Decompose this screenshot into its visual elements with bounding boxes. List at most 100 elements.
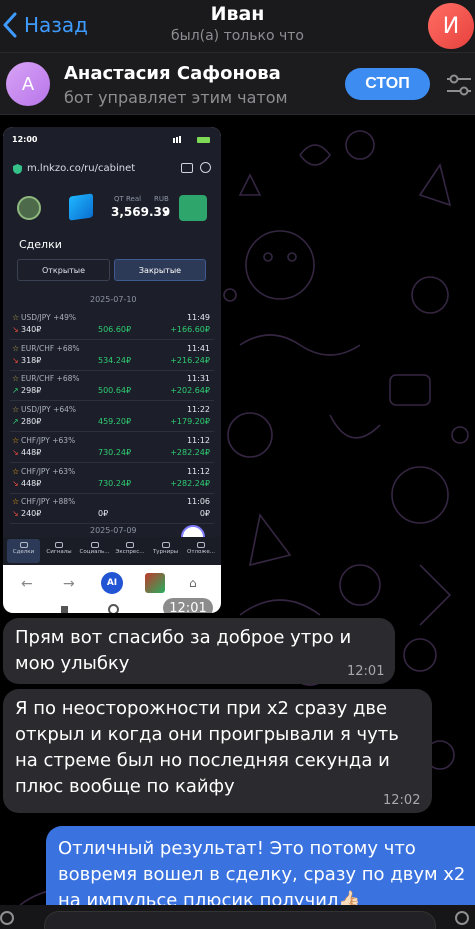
trade-profit: +179.20₽ bbox=[170, 417, 210, 427]
nav-icon bbox=[161, 542, 170, 548]
nav-tab[interactable]: Социаль... bbox=[78, 539, 111, 563]
mic-icon[interactable] bbox=[455, 911, 469, 925]
trade-row[interactable]: ☆ USD/JPY +49% ↘ 340₽ 506.60₽ 11:49 +166.60₽ bbox=[10, 310, 214, 340]
trade-pair: CHF/JPY +63% bbox=[21, 435, 76, 445]
trade-pair: CHF/JPY +88% bbox=[21, 497, 76, 507]
date-header: 2025-07-09 bbox=[90, 526, 137, 535]
nav-tab[interactable]: Отложе... bbox=[185, 539, 218, 563]
arrow-up-icon: ↗ bbox=[12, 386, 19, 396]
square-nav-icon[interactable] bbox=[61, 606, 68, 613]
tab-closed[interactable]: Закрытые bbox=[114, 259, 206, 281]
bottom-nav: Сделки Сигналы Социаль... Экспрес... Турниры… bbox=[3, 537, 221, 565]
star-icon: ☆ bbox=[12, 374, 20, 384]
trade-price: 459.20₽ bbox=[98, 417, 132, 427]
message-time: 12:01 bbox=[347, 664, 385, 679]
trade-pair: USD/JPY +64% bbox=[21, 405, 77, 415]
nav-label: Отложе... bbox=[187, 549, 215, 555]
arrow-right-icon[interactable]: → bbox=[63, 576, 75, 592]
star-icon: ☆ bbox=[12, 405, 20, 415]
trade-row[interactable]: ☆ CHF/JPY +63% ↘ 448₽ 730.24₽ 11:12 +282.24₽ bbox=[10, 464, 214, 494]
trade-time: 11:31 bbox=[186, 374, 210, 384]
chat-status: был(а) только что bbox=[171, 28, 304, 44]
trade-profit: +282.24₽ bbox=[170, 478, 210, 488]
nav-tab[interactable]: Турниры bbox=[149, 539, 182, 563]
wallet-button[interactable] bbox=[179, 195, 207, 221]
balance-value[interactable]: 3,569.39 bbox=[111, 205, 170, 219]
trade-row[interactable]: ☆ EUR/CHF +68% ↗ 298₽ 500.64₽ 11:31 +202.64₽ bbox=[10, 371, 214, 402]
chevron-down-icon[interactable]: ▼ bbox=[163, 209, 168, 217]
trade-time: 11:41 bbox=[186, 343, 210, 353]
briefcase-icon[interactable] bbox=[181, 163, 193, 173]
tab-open[interactable]: Открытые bbox=[17, 259, 110, 281]
trade-profit: +166.60₽ bbox=[170, 325, 210, 334]
star-icon: ☆ bbox=[12, 343, 20, 353]
screenshot-image[interactable]: 12:00 m.lnkzo.co/ru/cabinet QT Real RUB … bbox=[3, 127, 221, 613]
nav-icon bbox=[197, 542, 205, 548]
account-label: QT Real bbox=[114, 195, 142, 203]
trade-price: 730.24₽ bbox=[98, 447, 132, 457]
arrow-down-icon: ↘ bbox=[12, 325, 19, 334]
trade-time: 11:22 bbox=[186, 405, 210, 415]
trade-pair: EUR/CHF +68% bbox=[21, 374, 80, 384]
trade-time: 11:12 bbox=[186, 435, 210, 445]
avatar[interactable]: И bbox=[428, 3, 474, 49]
star-icon: ☆ bbox=[12, 466, 20, 476]
trade-time: 11:06 bbox=[186, 497, 210, 507]
nav-tab[interactable]: Сделки bbox=[7, 539, 40, 563]
nav-label: Сделки bbox=[12, 549, 35, 555]
trade-profit: 0₽ bbox=[199, 509, 210, 519]
date-header: 2025-07-10 bbox=[90, 295, 137, 304]
nav-icon bbox=[55, 542, 63, 548]
status-icons bbox=[173, 136, 210, 143]
nav-tab[interactable]: Экспрес... bbox=[114, 539, 147, 563]
profile-avatar[interactable] bbox=[17, 196, 41, 220]
star-icon: ☆ bbox=[12, 497, 20, 507]
trade-amount: 340₽ bbox=[21, 325, 42, 334]
chat-title[interactable]: Иван bbox=[0, 3, 475, 25]
trade-row[interactable]: ☆ USD/JPY +64% ↗ 280₽ 459.20₽ 11:22 +179.20₽ bbox=[10, 402, 214, 433]
trade-amount: 298₽ bbox=[21, 386, 42, 396]
browser-url[interactable]: m.lnkzo.co/ru/cabinet bbox=[27, 163, 135, 174]
stop-button[interactable]: СТОП bbox=[345, 68, 430, 100]
nav-icon bbox=[126, 542, 134, 548]
attach-icon[interactable] bbox=[0, 911, 14, 925]
status-time: 12:00 bbox=[12, 135, 38, 144]
message-input[interactable] bbox=[44, 911, 436, 929]
bot-name: Анастасия Сафонова bbox=[64, 63, 281, 84]
nav-tab[interactable]: Сигналы bbox=[43, 539, 76, 563]
trade-price: 0₽ bbox=[98, 509, 109, 519]
help-icon[interactable] bbox=[200, 162, 211, 173]
trade-price: 506.60₽ bbox=[98, 325, 132, 334]
status-cube-icon[interactable] bbox=[69, 193, 93, 221]
nav-label: Экспрес... bbox=[115, 549, 145, 555]
message-bubble[interactable]: Я по неосторожности при х2 сразу две отк… bbox=[3, 689, 432, 813]
message-bubble[interactable]: Прям вот спасибо за доброе утро и мою ул… bbox=[3, 618, 395, 684]
trade-row[interactable]: ☆ CHF/JPY +88% ↘ 240₽ 0₽ 11:06 0₽ bbox=[10, 494, 214, 525]
circle-nav-icon[interactable] bbox=[108, 604, 119, 613]
sliders-icon[interactable] bbox=[444, 70, 474, 100]
arrow-left-icon[interactable]: ← bbox=[21, 576, 33, 592]
star-icon: ☆ bbox=[12, 435, 20, 445]
message-text: Я по неосторожности при х2 сразу две отк… bbox=[15, 698, 399, 797]
trade-profit: +216.24₽ bbox=[170, 355, 210, 365]
trade-price: 534.24₽ bbox=[98, 355, 132, 365]
trade-amount: 280₽ bbox=[21, 417, 42, 427]
ai-button[interactable]: AI bbox=[101, 572, 123, 594]
nav-icon bbox=[19, 542, 28, 548]
message-text: Прям вот спасибо за доброе утро и мою ул… bbox=[15, 627, 352, 674]
trade-amount: 240₽ bbox=[21, 509, 42, 519]
trade-pair: CHF/JPY +63% bbox=[21, 466, 76, 476]
flag-icon[interactable] bbox=[145, 573, 165, 593]
home-icon[interactable]: ⌂ bbox=[189, 576, 197, 590]
trade-profit: +202.64₽ bbox=[170, 386, 210, 396]
trade-row[interactable]: ☆ EUR/CHF +68% ↘ 318₽ 534.24₽ 11:41 +216.24₽ bbox=[10, 341, 214, 371]
trade-row[interactable]: ☆ CHF/JPY +63% ↘ 448₽ 730.24₽ 11:12 +282.24₽ bbox=[10, 433, 214, 463]
trade-time: 11:49 bbox=[186, 313, 210, 322]
currency-label: RUB bbox=[154, 195, 169, 203]
chat-area[interactable]: 12:00 m.lnkzo.co/ru/cabinet QT Real RUB … bbox=[0, 115, 475, 929]
bot-subtitle: бот управляет этим чатом bbox=[64, 88, 288, 107]
message-text: Отличный результат! Это потому что вовре… bbox=[58, 838, 466, 911]
trade-time: 11:12 bbox=[186, 466, 210, 476]
arrow-up-icon: ↗ bbox=[12, 417, 19, 427]
phone-screen: 12:00 m.lnkzo.co/ru/cabinet QT Real RUB … bbox=[3, 127, 221, 565]
